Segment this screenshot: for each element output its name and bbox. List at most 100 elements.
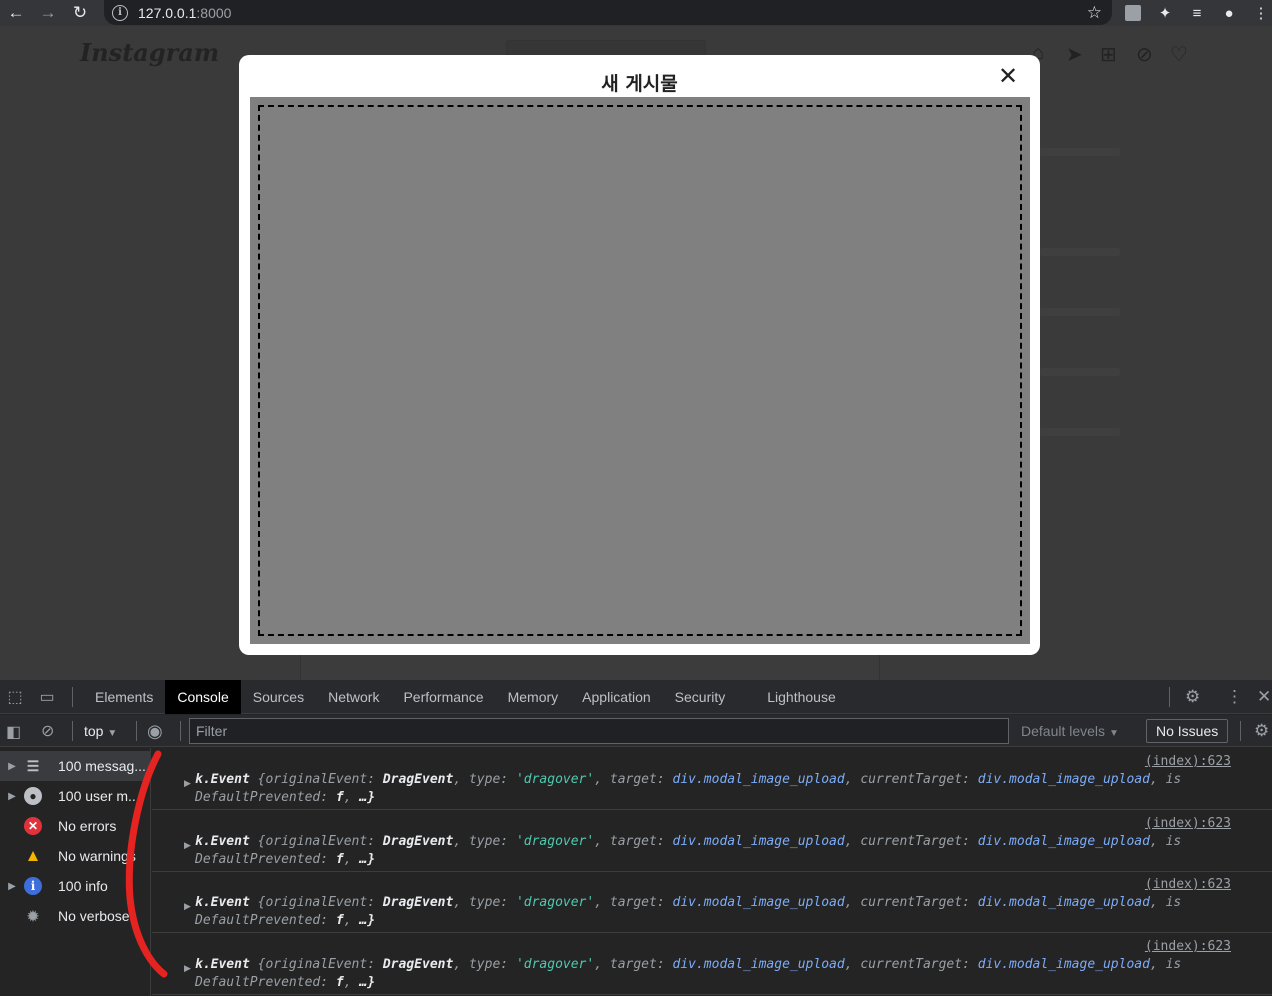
- log-value: div.modal_image_upload: [977, 895, 1150, 910]
- profile-extension-icon[interactable]: [1122, 2, 1144, 24]
- reload-icon[interactable]: ↻: [64, 0, 96, 26]
- log-line-2: DefaultPrevented: f, …}: [195, 913, 376, 928]
- log-value: div.modal_image_upload: [977, 834, 1150, 849]
- forward-icon[interactable]: →: [32, 0, 64, 26]
- log-line-2: DefaultPrevented: f, …}: [195, 852, 376, 867]
- devtools-panel: ⬚ ▭ Elements Console Sources Network Per…: [0, 679, 1272, 996]
- sidebar-placeholder: [1040, 308, 1120, 316]
- source-link[interactable]: (index):623: [1145, 816, 1231, 831]
- heart-icon: ♡: [1170, 44, 1188, 66]
- settings-gear-icon[interactable]: ⚙: [1185, 680, 1200, 714]
- tab-console[interactable]: Console: [165, 679, 241, 714]
- divider: [72, 686, 73, 707]
- tab-memory[interactable]: Memory: [496, 680, 571, 714]
- tab-sources[interactable]: Sources: [241, 680, 316, 714]
- close-icon[interactable]: ✕: [996, 65, 1020, 89]
- clear-console-icon[interactable]: ⊘: [41, 721, 54, 741]
- source-link[interactable]: (index):623: [1145, 754, 1231, 769]
- inspect-element-icon[interactable]: ⬚: [0, 687, 30, 707]
- tab-security[interactable]: Security: [663, 680, 738, 714]
- log-key: DefaultPrevented: [195, 913, 321, 928]
- modal-title: 새 게시물: [601, 73, 678, 95]
- device-toolbar-icon[interactable]: ▭: [30, 687, 64, 707]
- console-message-row[interactable]: (index):623 ▶ k.Event {originalEvent: Drag…: [152, 871, 1272, 933]
- divider: [180, 721, 181, 741]
- close-devtools-icon[interactable]: ✕: [1257, 680, 1271, 714]
- url-host: 127.0.0.1: [138, 4, 197, 21]
- source-link[interactable]: (index):623: [1145, 939, 1231, 954]
- console-message-row[interactable]: (index):623 ▶ k.Event {originalEvent: Drag…: [152, 810, 1272, 872]
- log-value: div.modal_image_upload: [672, 895, 845, 910]
- bug-icon: ✹: [27, 907, 39, 924]
- address-bar[interactable]: i 127.0.0.1:8000 ☆: [104, 0, 1112, 25]
- sidebar-item-info[interactable]: ▶ i 100 info: [0, 871, 151, 901]
- log-line-1: k.Event {originalEvent: DragEvent, type:…: [195, 834, 1182, 849]
- info-icon: i: [24, 877, 42, 895]
- sidebar-placeholder: [1040, 368, 1120, 376]
- log-value: div.modal_image_upload: [977, 957, 1150, 972]
- image-upload-dropzone[interactable]: [250, 97, 1030, 644]
- log-line-1: k.Event {originalEvent: DragEvent, type:…: [195, 895, 1182, 910]
- sidebar-item-user-messages[interactable]: ▶ ● 100 user m...: [0, 781, 151, 811]
- log-key: originalEvent: [265, 834, 368, 849]
- console-message-row[interactable]: (index):623 ▶ k.Event {originalEvent: Drag…: [152, 933, 1272, 995]
- expand-arrow-icon[interactable]: ▶: [0, 791, 24, 802]
- expand-arrow-icon[interactable]: ▶: [184, 840, 191, 851]
- back-icon[interactable]: ←: [0, 0, 32, 26]
- expand-arrow-icon[interactable]: ▶: [184, 778, 191, 789]
- log-class: k.Event: [195, 895, 250, 910]
- log-key: DefaultPrevented: [195, 790, 321, 805]
- log-value: f: [335, 852, 344, 867]
- expand-arrow-icon[interactable]: ▶: [0, 761, 24, 772]
- menu-kebab-icon[interactable]: ⋮: [1250, 2, 1272, 24]
- list-icon: ☰: [26, 757, 40, 774]
- tab-performance[interactable]: Performance: [391, 680, 495, 714]
- tab-lighthouse[interactable]: Lighthouse: [737, 680, 848, 714]
- sidebar-item-label: 100 user m...: [58, 788, 140, 804]
- browser-toolbar: ← → ↻ i 127.0.0.1:8000 ☆ ✦ ≡ ● ⋮: [0, 0, 1272, 26]
- log-key: currentTarget: [860, 895, 963, 910]
- context-selector[interactable]: top ▼: [84, 723, 117, 739]
- log-value: DragEvent: [382, 834, 454, 849]
- log-key: DefaultPrevented: [195, 975, 321, 990]
- log-levels-dropdown[interactable]: Default levels ▼: [1021, 723, 1119, 739]
- more-options-icon[interactable]: ⋮: [1226, 680, 1243, 714]
- expand-arrow-icon[interactable]: ▶: [184, 901, 191, 912]
- sidebar-item-warnings[interactable]: ▲ No warnings: [0, 841, 151, 871]
- log-key: currentTarget: [860, 957, 963, 972]
- log-string: 'dragover': [515, 772, 595, 787]
- filter-input[interactable]: Filter: [189, 718, 1009, 744]
- source-link[interactable]: (index):623: [1145, 877, 1231, 892]
- log-class: k.Event: [195, 834, 250, 849]
- account-icon[interactable]: ●: [1218, 2, 1240, 24]
- tab-elements[interactable]: Elements: [83, 680, 165, 714]
- chevron-down-icon: ▼: [1108, 728, 1119, 739]
- site-info-icon[interactable]: i: [112, 4, 128, 21]
- dropzone-border: [258, 105, 1022, 636]
- console-toolbar: ◧ ⊘ top ▼ ◉ Filter Default levels ▼ No I…: [0, 715, 1272, 747]
- sidebar-placeholder: [1040, 428, 1120, 436]
- tab-application[interactable]: Application: [570, 680, 663, 714]
- log-key: type: [468, 772, 501, 787]
- sidebar-item-messages[interactable]: ▶ ☰ 100 messag...: [0, 751, 151, 781]
- live-expression-eye-icon[interactable]: ◉: [147, 721, 163, 742]
- log-class: k.Event: [195, 957, 250, 972]
- console-log: (index):623 ▶ k.Event {originalEvent: Drag…: [152, 748, 1272, 996]
- console-settings-icon[interactable]: ⚙: [1254, 721, 1269, 741]
- tab-network[interactable]: Network: [316, 680, 391, 714]
- sidebar-toggle-icon[interactable]: ◧: [6, 722, 21, 742]
- puzzle-extension-icon[interactable]: ✦: [1154, 2, 1176, 24]
- log-value: f: [335, 975, 344, 990]
- explore-icon: ⊘: [1136, 44, 1153, 66]
- log-line-2: DefaultPrevented: f, …}: [195, 790, 376, 805]
- sidebar-item-verbose[interactable]: ✹ No verbose: [0, 901, 151, 931]
- sidebar-item-errors[interactable]: ✕ No errors: [0, 811, 151, 841]
- media-control-icon[interactable]: ≡: [1186, 2, 1208, 24]
- expand-arrow-icon[interactable]: ▶: [0, 881, 24, 892]
- url-port: :8000: [196, 4, 232, 21]
- console-message-row[interactable]: (index):623 ▶ k.Event {originalEvent: Drag…: [152, 748, 1272, 810]
- bookmark-star-icon[interactable]: ☆: [1087, 3, 1102, 23]
- error-icon: ✕: [24, 817, 42, 835]
- issues-button[interactable]: No Issues: [1146, 719, 1229, 743]
- expand-arrow-icon[interactable]: ▶: [184, 963, 191, 974]
